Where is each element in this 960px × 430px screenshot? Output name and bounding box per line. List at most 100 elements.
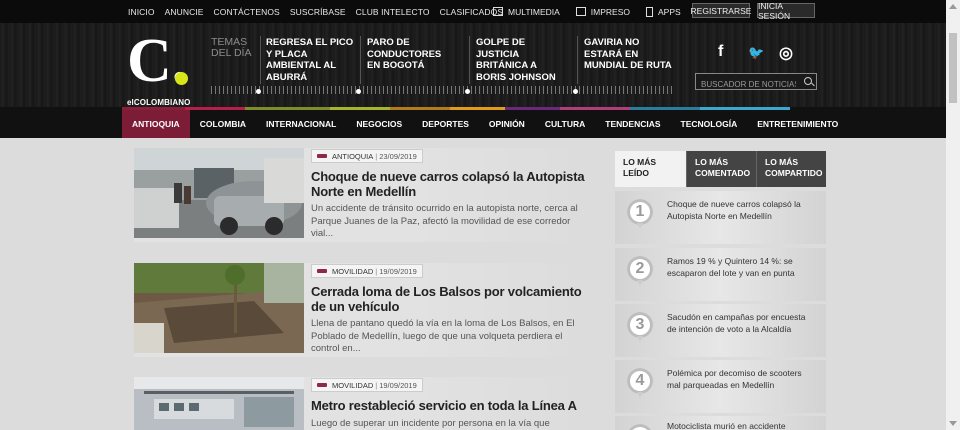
search-input[interactable] (696, 77, 796, 92)
topic-separator (469, 36, 470, 84)
timeline-dot[interactable] (356, 89, 361, 94)
rank-badge: 5 (627, 424, 653, 430)
topic-link-4[interactable]: GAVIRIA NO ESTARÁ EN MUNDIAL DE RUTA (584, 37, 672, 72)
impreso-label: IMPRESO (590, 6, 630, 17)
section-color-bar (317, 269, 327, 273)
article-thumbnail[interactable] (134, 148, 304, 238)
ranked-item-title[interactable]: Motociclista murió en accidente (667, 421, 817, 430)
media-links: MULTIMEDIA IMPRESO APPS (493, 0, 697, 23)
section-color-bar (317, 154, 327, 158)
main-nav: ANTIOQUIA COLOMBIA INTERNACIONAL NEGOCIO… (0, 107, 960, 138)
tab-mas-comentado[interactable]: LO MÁS COMENTADO (686, 151, 756, 187)
nav-item-negocios[interactable]: NEGOCIOS (346, 110, 412, 138)
ranked-item[interactable]: 4 Polémica por decomiso de scooters mal … (615, 360, 826, 413)
top-link-suscribase[interactable]: SUSCRÍBASE (290, 7, 346, 17)
top-link-inicio[interactable]: INICIO (128, 7, 155, 17)
nav-item-opinion[interactable]: OPINIÓN (479, 110, 535, 138)
article-section[interactable]: MOVILIDAD (332, 381, 373, 390)
topic-separator (577, 36, 578, 84)
topic-link-2[interactable]: PARO DE CONDUCTORES EN BOGOTÁ (367, 37, 457, 72)
top-utility-bar: INICIO ANUNCIE CONTÁCTENOS SUSCRÍBASE CL… (0, 0, 960, 23)
article-title[interactable]: Choque de nueve carros colapsó la Autopi… (311, 169, 591, 199)
page-scrollbar[interactable] (946, 0, 960, 430)
article-card[interactable]: ANTIOQUIA | 23/09/2019 Choque de nueve c… (134, 148, 588, 242)
article-card[interactable]: MOVILIDAD | 19/09/2019 Metro restableció… (134, 377, 588, 430)
article-date: 19/09/2019 (379, 380, 417, 390)
top-link-club-intelecto[interactable]: CLUB INTELECTO (356, 7, 430, 17)
scroll-down-icon[interactable] (949, 421, 957, 426)
register-button[interactable]: REGISTRARSE (691, 3, 751, 18)
topic-separator (360, 36, 361, 84)
rank-badge: 4 (627, 368, 653, 398)
top-link-contactenos[interactable]: CONTÁCTENOS (214, 7, 280, 17)
article-tag: MOVILIDAD | 19/09/2019 (311, 378, 423, 392)
top-links: INICIO ANUNCIE CONTÁCTENOS SUSCRÍBASE CL… (128, 0, 513, 23)
topic-link-1[interactable]: REGRESA EL PICO Y PLACA AMBIENTAL AL ABU… (266, 37, 354, 83)
scrollbar-thumb[interactable] (949, 33, 957, 103)
rank-badge: 3 (627, 312, 653, 342)
facebook-icon[interactable]: f (718, 43, 723, 61)
login-button[interactable]: INICIA SESIÓN (757, 1, 815, 21)
twitter-icon[interactable]: 🐦 (748, 45, 764, 61)
newspaper-icon (575, 7, 586, 16)
nav-item-colombia[interactable]: COLOMBIA (190, 110, 256, 138)
article-date: 23/09/2019 (379, 151, 417, 161)
article-thumbnail[interactable] (134, 263, 304, 353)
timeline-dot[interactable] (465, 89, 470, 94)
article-title[interactable]: Cerrada loma de Los Balsos por volcamien… (311, 284, 591, 314)
article-thumbnail[interactable] (134, 377, 304, 430)
article-card[interactable]: MOVILIDAD | 19/09/2019 Cerrada loma de L… (134, 263, 588, 357)
ranked-item[interactable]: 1 Choque de nueve carros colapsó la Auto… (615, 191, 826, 244)
nav-item-entretenimiento[interactable]: ENTRETENIMIENTO (747, 110, 848, 138)
ranked-item-title[interactable]: Ramos 19 % y Quintero 14 %: se escaparon… (667, 256, 817, 279)
nav-item-cultura[interactable]: CULTURA (535, 110, 595, 138)
instagram-icon[interactable]: ◎ (779, 43, 793, 63)
logo-name: elCOLOMBIANO (127, 98, 191, 107)
timeline-dot[interactable] (573, 89, 578, 94)
nav-item-internacional[interactable]: INTERNACIONAL (256, 110, 346, 138)
nav-item-deportes[interactable]: DEPORTES (412, 110, 479, 138)
rank-badge: 2 (627, 256, 653, 286)
article-summary: Luego de superar un incidente por person… (311, 418, 550, 429)
nav-item-tendencias[interactable]: TENDENCIAS (595, 110, 670, 138)
apps-link[interactable]: APPS (646, 6, 681, 17)
article-summary: Llena de pantano quedó la vía en la loma… (311, 318, 575, 354)
article-section[interactable]: ANTIOQUIA (332, 152, 373, 161)
mobile-icon (646, 6, 653, 17)
article-tag: MOVILIDAD | 19/09/2019 (311, 264, 423, 278)
topics-timeline (211, 86, 673, 94)
temas-label: TEMAS DEL DÍA (211, 36, 252, 59)
ranked-item-title[interactable]: Polémica por decomiso de scooters mal pa… (667, 368, 817, 391)
ranked-item-title[interactable]: Sacudón en campañas por encuesta de inte… (667, 312, 817, 335)
ranked-item[interactable]: 2 Ramos 19 % y Quintero 14 %: se escapar… (615, 248, 826, 301)
scroll-up-icon[interactable] (949, 4, 957, 9)
search-box (695, 73, 817, 92)
logo-dot (175, 72, 188, 85)
article-summary: Un accidente de tránsito ocurrido en la … (311, 203, 578, 239)
ranked-item[interactable]: 3 Sacudón en campañas por encuesta de in… (615, 304, 826, 357)
article-tag: ANTIOQUIA | 23/09/2019 (311, 149, 423, 163)
rank-badge: 1 (627, 199, 653, 229)
tab-mas-leido[interactable]: LO MÁS LEÍDO (615, 151, 686, 187)
article-date: 19/09/2019 (379, 266, 417, 276)
search-icon[interactable] (804, 77, 812, 85)
nav-item-antioquia[interactable]: ANTIOQUIA (122, 110, 190, 138)
article-section[interactable]: MOVILIDAD (332, 267, 373, 276)
topic-separator (260, 36, 261, 84)
ranked-item-title[interactable]: Choque de nueve carros colapsó la Autopi… (667, 199, 817, 222)
nav-item-tecnologia[interactable]: TECNOLOGÍA (671, 110, 748, 138)
most-popular-tabs: LO MÁS LEÍDO LO MÁS COMENTADO LO MÁS COM… (615, 151, 826, 187)
site-logo[interactable]: C. elCOLOMBIANO (127, 30, 191, 107)
multimedia-label: MULTIMEDIA (508, 6, 560, 17)
tab-mas-compartido[interactable]: LO MÁS COMPARTIDO (756, 151, 826, 187)
article-title[interactable]: Metro restableció servicio en toda la Lí… (311, 398, 591, 413)
timeline-dot[interactable] (256, 89, 261, 94)
top-link-anuncie[interactable]: ANUNCIE (165, 7, 204, 17)
apps-label: APPS (658, 6, 681, 17)
nav-items: ANTIOQUIA COLOMBIA INTERNACIONAL NEGOCIO… (122, 110, 848, 138)
ranked-item[interactable]: 5 Motociclista murió en accidente (615, 416, 826, 430)
multimedia-link[interactable]: MULTIMEDIA (493, 7, 560, 17)
topic-link-3[interactable]: GOLPE DE JUSTICIA BRITÁNICA A BORIS JOHN… (476, 37, 568, 83)
site-header: C. elCOLOMBIANO TEMAS DEL DÍA REGRESA EL… (0, 23, 960, 107)
impreso-link[interactable]: IMPRESO (575, 6, 630, 17)
